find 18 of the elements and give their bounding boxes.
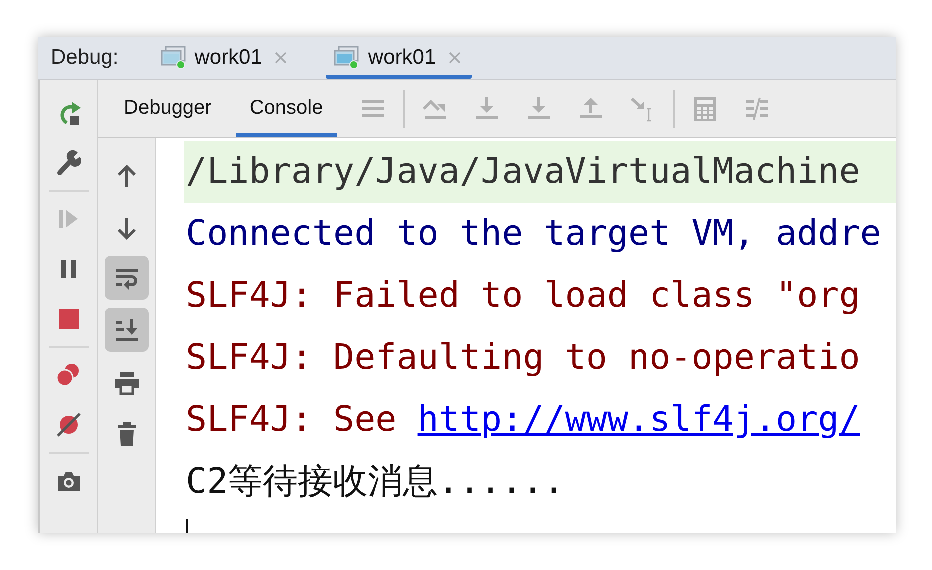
window-icon [160, 46, 187, 70]
console-line: SLF4J: Failed to load class "org [186, 276, 860, 316]
scroll-to-end-button[interactable] [104, 308, 148, 352]
session-tab[interactable]: work01 [152, 37, 298, 79]
console-line: C2等待接收消息...... [186, 462, 565, 502]
console-link[interactable]: http://www.slf4j.org/ [418, 400, 860, 440]
session-tab[interactable]: work01 [326, 37, 472, 79]
console-line: SLF4J: Defaulting to no-operatio [186, 338, 860, 378]
soft-wrap-button[interactable] [104, 256, 148, 300]
wrench-icon[interactable] [54, 149, 82, 177]
window-icon [334, 46, 360, 70]
console-line: SLF4J: See [186, 400, 398, 440]
console-line: Connected to the target VM, addre [186, 214, 882, 254]
tool-tab[interactable]: Debugger [110, 80, 226, 137]
mute-breakpoints-icon[interactable] [54, 411, 82, 439]
debug-label: Debug: [51, 46, 119, 70]
printer-icon[interactable] [112, 369, 140, 397]
console-line: /Library/Java/JavaVirtualMachine [186, 152, 860, 192]
